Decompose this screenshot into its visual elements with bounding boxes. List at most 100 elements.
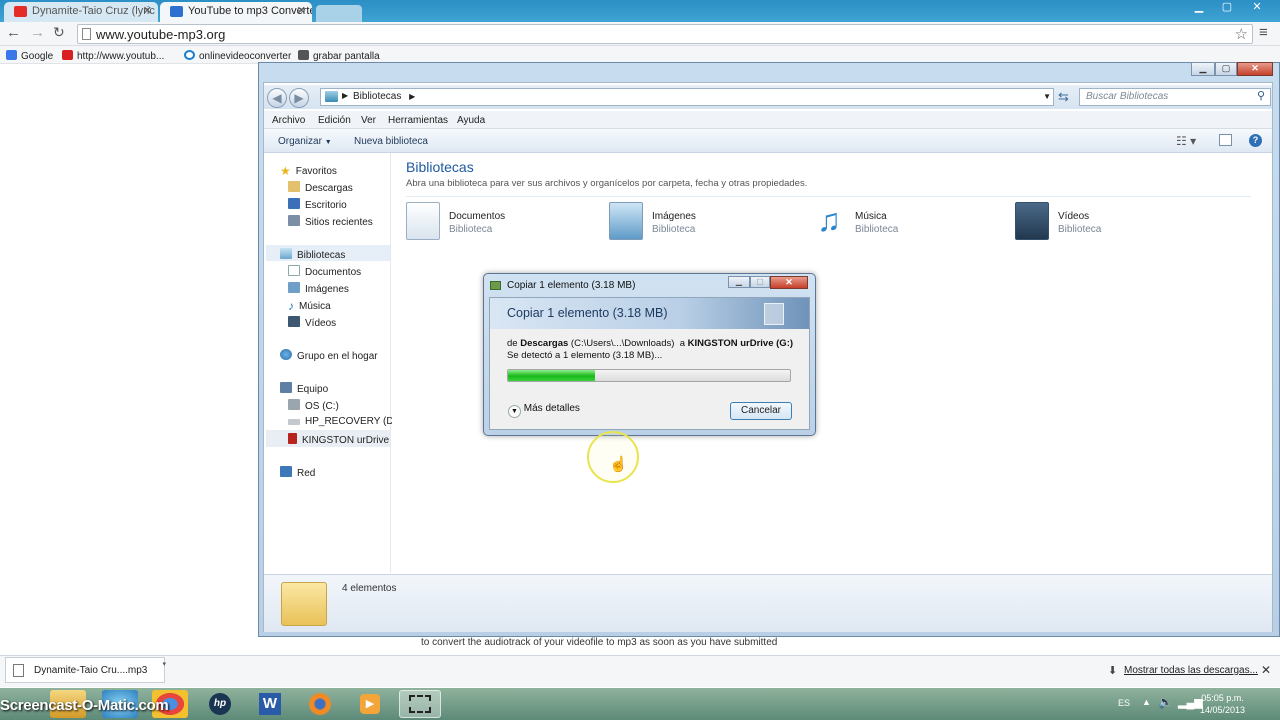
copy-dialog-icon bbox=[490, 281, 501, 290]
address-bar[interactable]: www.youtube-mp3.org ☆ bbox=[77, 24, 1253, 44]
nav-equipo[interactable]: Equipo bbox=[280, 382, 328, 395]
bookmark-google[interactable]: Google bbox=[6, 50, 53, 62]
cancel-button[interactable]: Cancelar bbox=[730, 402, 792, 420]
dialog-close-icon[interactable]: ✕ bbox=[770, 276, 808, 289]
nav-videos[interactable]: Vídeos bbox=[288, 316, 336, 329]
copy-dialog-window-title: Copiar 1 elemento (3.18 MB) bbox=[507, 280, 636, 291]
explorer-back-icon[interactable]: ◀ bbox=[267, 88, 287, 108]
library-videos[interactable]: Vídeos Biblioteca bbox=[1015, 202, 1195, 242]
explorer-search-input[interactable]: Buscar Bibliotecas ⚲ bbox=[1079, 88, 1271, 106]
browser-tab-1[interactable]: Dynamite-Taio Cruz (lyric ✕ bbox=[4, 2, 158, 22]
google-icon bbox=[6, 50, 17, 60]
dialog-maximize-icon[interactable]: ▢ bbox=[750, 276, 770, 288]
explorer-minimize-icon[interactable]: ▁ bbox=[1191, 62, 1215, 76]
bookmark-star-icon[interactable]: ☆ bbox=[1235, 25, 1248, 43]
nav-escritorio[interactable]: Escritorio bbox=[288, 198, 347, 211]
computer-icon bbox=[280, 382, 292, 393]
nav-imagenes[interactable]: Imágenes bbox=[288, 282, 349, 295]
nav-descargas[interactable]: Descargas bbox=[288, 181, 353, 194]
close-downloads-icon[interactable]: ✕ bbox=[1261, 663, 1271, 677]
menu-archivo[interactable]: Archivo bbox=[272, 115, 305, 126]
nav-bibliotecas[interactable]: Bibliotecas bbox=[280, 248, 345, 261]
explorer-address-bar[interactable]: ▶ Bibliotecas ▶ ▼ bbox=[320, 88, 1054, 106]
help-icon[interactable]: ? bbox=[1249, 134, 1262, 147]
bookmark-onlinevideoconverter[interactable]: onlinevideoconverter bbox=[184, 50, 291, 62]
explorer-menu-bar: Archivo Edición Ver Herramientas Ayuda bbox=[264, 111, 1272, 129]
explorer-window-controls: ▁ ▢ ✕ bbox=[1191, 62, 1273, 77]
videos-icon bbox=[288, 316, 300, 327]
nav-grupo-hogar[interactable]: Grupo en el hogar bbox=[280, 349, 378, 362]
taskbar-media-player-icon[interactable]: ▶ bbox=[352, 690, 388, 718]
page-background-text: to convert the audiotrack of your videof… bbox=[421, 637, 778, 648]
reload-icon[interactable]: ↻ bbox=[53, 24, 65, 41]
nav-documentos[interactable]: Documentos bbox=[288, 265, 361, 278]
organize-button[interactable]: Organizar ▼ bbox=[278, 136, 332, 147]
search-icon: ⚲ bbox=[1256, 90, 1265, 102]
play-icon: ▶ bbox=[360, 694, 380, 714]
close-tab-icon[interactable]: ✕ bbox=[143, 4, 152, 17]
close-window-icon[interactable]: ✕ bbox=[1244, 1, 1270, 15]
refresh-icon[interactable]: ⇆ bbox=[1058, 89, 1069, 105]
browser-tab-2[interactable]: YouTube to mp3 Converte ✕ bbox=[160, 2, 312, 22]
drive-d-icon bbox=[288, 419, 300, 425]
view-options-icon[interactable]: ☷ ▾ bbox=[1176, 134, 1196, 148]
bookmark-youtube[interactable]: http://www.youtub... bbox=[62, 50, 164, 62]
menu-ayuda[interactable]: Ayuda bbox=[457, 115, 485, 126]
hp-logo-icon: hp bbox=[209, 693, 231, 715]
nav-red[interactable]: Red bbox=[280, 466, 315, 479]
explorer-maximize-icon[interactable]: ▢ bbox=[1215, 62, 1237, 76]
nav-musica[interactable]: ♪ Música bbox=[288, 299, 331, 313]
language-indicator[interactable]: ES bbox=[1118, 698, 1130, 708]
copy-dialog-banner: Copiar 1 elemento (3.18 MB) bbox=[490, 298, 809, 329]
music-icon: ♪ bbox=[288, 299, 294, 313]
preview-pane-icon[interactable] bbox=[1219, 134, 1232, 146]
downloads-icon: ⬇ bbox=[1108, 665, 1118, 677]
close-tab-icon[interactable]: ✕ bbox=[297, 4, 306, 17]
taskbar-firefox-icon[interactable] bbox=[302, 690, 338, 718]
screen-record-icon bbox=[298, 50, 309, 60]
download-menu-arrow-icon[interactable]: ▾ bbox=[162, 660, 166, 668]
show-hidden-icons-icon[interactable]: ▲ bbox=[1142, 697, 1151, 707]
menu-ver[interactable]: Ver bbox=[361, 115, 376, 126]
tab-title: Dynamite-Taio Cruz (lyric bbox=[32, 5, 155, 17]
libraries-icon bbox=[325, 91, 338, 102]
system-clock[interactable]: 05:05 p.m. 14/05/2013 bbox=[1200, 692, 1245, 716]
nav-kingston[interactable]: KINGSTON urDrive ( bbox=[288, 433, 395, 446]
minimize-icon[interactable]: ▁ bbox=[1186, 1, 1212, 15]
nav-sitios-recientes[interactable]: Sitios recientes bbox=[288, 215, 373, 228]
destination-link[interactable]: KINGSTON urDrive (G:) bbox=[688, 338, 793, 349]
new-library-button[interactable]: Nueva biblioteca bbox=[354, 136, 428, 147]
taskbar-word-icon[interactable]: W bbox=[252, 690, 288, 718]
menu-icon[interactable]: ≡ bbox=[1259, 24, 1268, 41]
menu-edicion[interactable]: Edición bbox=[318, 115, 351, 126]
show-all-downloads-link[interactable]: Mostrar todas las descargas... bbox=[1124, 665, 1258, 676]
library-musica[interactable]: ♫ Música Biblioteca bbox=[812, 202, 992, 242]
dialog-minimize-icon[interactable]: ▁ bbox=[728, 276, 750, 288]
nav-os-c[interactable]: OS (C:) bbox=[288, 399, 339, 412]
more-details-toggle[interactable]: ▼ Más detalles bbox=[508, 403, 580, 418]
libraries-icon bbox=[280, 248, 292, 259]
nav-hp-recovery[interactable]: HP_RECOVERY (D:) bbox=[288, 416, 400, 427]
explorer-close-icon[interactable]: ✕ bbox=[1237, 62, 1273, 76]
menu-herramientas[interactable]: Herramientas bbox=[388, 115, 448, 126]
nav-favorites[interactable]: ★ Favoritos bbox=[280, 164, 337, 178]
bookmark-grabar-pantalla[interactable]: grabar pantalla bbox=[298, 50, 380, 62]
library-documentos[interactable]: Documentos Biblioteca bbox=[406, 202, 586, 242]
back-icon[interactable]: ← bbox=[6, 24, 21, 41]
taskbar-snipping-icon[interactable] bbox=[399, 690, 441, 718]
explorer-forward-icon[interactable]: ▶ bbox=[289, 88, 309, 108]
converter-icon bbox=[184, 50, 195, 60]
source-link[interactable]: Descargas bbox=[520, 338, 568, 349]
volume-icon[interactable]: 🔈 bbox=[1158, 695, 1173, 709]
taskbar-hp-icon[interactable]: hp bbox=[202, 690, 238, 718]
network-signal-icon[interactable]: ▂▄▆ bbox=[1178, 696, 1203, 709]
firefox-icon bbox=[309, 693, 331, 715]
forward-icon[interactable]: → bbox=[30, 24, 45, 41]
maximize-icon[interactable]: ▢ bbox=[1214, 1, 1240, 15]
new-tab-button[interactable] bbox=[316, 5, 362, 22]
download-item[interactable]: Dynamite-Taio Cru....mp3 ▾ bbox=[5, 657, 166, 683]
documents-library-icon bbox=[406, 202, 440, 240]
library-imagenes[interactable]: Imágenes Biblioteca bbox=[609, 202, 789, 242]
address-dropdown-icon[interactable]: ▼ bbox=[1043, 92, 1051, 101]
breadcrumb[interactable]: Bibliotecas bbox=[353, 91, 401, 102]
